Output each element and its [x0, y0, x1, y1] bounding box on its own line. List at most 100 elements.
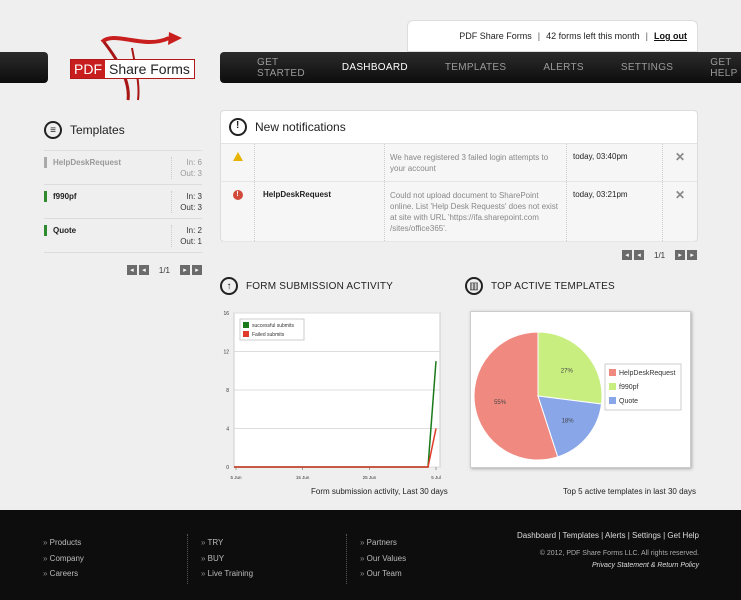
legend-label: HelpDeskRequest [619, 370, 675, 377]
logo-wordmark: PDF Share Forms [70, 59, 195, 79]
nav-get-started[interactable]: GET STARTED [257, 57, 305, 79]
footer-link[interactable]: BUY [201, 554, 253, 570]
footer-link[interactable]: Partners [360, 538, 406, 554]
x-tick-label: 25 Jun [363, 475, 377, 480]
next-page-icon[interactable]: ▸ [180, 265, 190, 275]
x-tick-label: 5 Jul [431, 475, 441, 480]
legend-label: Failed submits [252, 332, 285, 338]
slice-label: 55% [494, 400, 507, 406]
template-counts: In: 3 Out: 3 [171, 191, 202, 213]
policy-link[interactable]: Privacy Statement & Return Policy [517, 562, 699, 569]
dismiss-icon[interactable]: ✕ [663, 144, 697, 181]
legend-swatch [243, 331, 249, 337]
page-indicator: 1/1 [654, 250, 666, 260]
footer-col-2: TRY BUY Live Training [201, 538, 254, 585]
template-name[interactable]: Quote [44, 225, 76, 236]
top-templates-caption: Top 5 active templates in last 30 days [563, 487, 696, 496]
activity-chart: 0 4 8 12 16 5 Jun 15 Jun 25 Jun 5 Jul successful … [223, 311, 441, 480]
error-icon: ! [232, 190, 243, 200]
chart-legend: successful submits Failed submits [239, 318, 305, 341]
logo[interactable]: PDF Share Forms [44, 30, 224, 110]
arrow-up-icon: ↑ [220, 277, 238, 295]
footer-right: Dashboard | Templates | Alerts | Setting… [517, 531, 699, 569]
notification-template [255, 144, 385, 181]
nav-alerts[interactable]: ALERTS [543, 62, 584, 73]
forms-left: 42 forms left this month [546, 31, 640, 41]
legend-swatch [609, 369, 616, 376]
dismiss-icon[interactable]: ✕ [663, 182, 697, 241]
y-tick-label: 16 [223, 311, 229, 317]
activity-caption: Form submission activity, Last 30 days [311, 487, 448, 496]
nav-dashboard[interactable]: DASHBOARD [342, 62, 408, 73]
nav-templates[interactable]: TEMPLATES [445, 62, 506, 73]
legend-swatch [609, 397, 616, 404]
footer-col-3: Partners Our Values Our Team [360, 538, 406, 585]
template-counts: In: 2 Out: 1 [171, 225, 202, 247]
legend-label: Quote [619, 398, 638, 405]
page-indicator: 1/1 [158, 265, 170, 275]
last-page-icon[interactable]: ▸ [192, 265, 202, 275]
alert-icon [229, 118, 247, 136]
activity-title: FORM SUBMISSION ACTIVITY [246, 280, 394, 292]
sidebar-pager: ◂ ◂ 1/1 ▸ ▸ [44, 265, 202, 275]
y-tick-label: 4 [226, 427, 229, 433]
footer-link[interactable]: Our Team [360, 569, 406, 585]
legend-label: f990pf [619, 384, 639, 391]
bar-chart-icon: ▥ [465, 277, 483, 295]
footer-divider [346, 534, 347, 584]
footer-link[interactable]: TRY [201, 538, 253, 554]
last-page-icon[interactable]: ▸ [687, 250, 698, 260]
template-name[interactable]: HelpDeskRequest [44, 157, 121, 168]
nav-settings[interactable]: SETTINGS [621, 62, 673, 73]
footer-link[interactable]: Company [43, 554, 84, 570]
template-row[interactable]: HelpDeskRequest In: 6 Out: 3 [44, 151, 202, 185]
notifications-pager: ◂ ◂ 1/1 ▸ ▸ [622, 250, 698, 260]
footer-link[interactable]: Our Values [360, 554, 406, 570]
template-row[interactable]: Quote In: 2 Out: 1 [44, 219, 202, 253]
notification-template: HelpDeskRequest [255, 182, 385, 241]
prev-page-icon[interactable]: ◂ [634, 250, 644, 260]
logo-share-forms: Share Forms [109, 61, 190, 77]
notifications-header: New notifications [221, 111, 697, 144]
notification-message: Could not upload document to SharePoint … [385, 182, 567, 241]
account-bar: PDF Share Forms | 42 forms left this mon… [407, 20, 698, 52]
footer-link[interactable]: Careers [43, 569, 84, 585]
main-nav: GET STARTED DASHBOARD TEMPLATES ALERTS S… [220, 52, 741, 83]
out-count: Out: 3 [180, 169, 202, 178]
template-name[interactable]: f990pf [44, 191, 77, 202]
x-tick-label: 5 Jun [230, 475, 242, 480]
in-count: In: 6 [186, 158, 202, 167]
y-tick-label: 0 [226, 465, 229, 471]
notifications-title: New notifications [255, 120, 346, 134]
prev-page-icon[interactable]: ◂ [138, 265, 149, 275]
notification-time: today, 03:21pm [567, 182, 663, 241]
notification-row: ! HelpDeskRequest Could not upload docum… [221, 182, 697, 242]
legend-swatch [243, 322, 249, 328]
notification-message: We have registered 3 failed login attemp… [385, 144, 567, 181]
first-page-icon[interactable]: ◂ [622, 250, 632, 260]
separator: | [645, 31, 648, 41]
in-count: In: 2 [186, 226, 202, 235]
footer-divider [187, 534, 188, 584]
top-templates-chart-frame: 55% 27% 18% HelpDeskRequest f990pf Quote [470, 311, 691, 468]
top-templates-header: ▥ TOP ACTIVE TEMPLATES [465, 277, 615, 295]
activity-header: ↑ FORM SUBMISSION ACTIVITY [220, 277, 393, 295]
first-page-icon[interactable]: ◂ [126, 265, 137, 275]
legend-label: successful submits [252, 323, 294, 329]
footer-nav-links[interactable]: Dashboard | Templates | Alerts | Setting… [517, 531, 699, 540]
brand-name: PDF Share Forms [459, 31, 532, 41]
y-tick-label: 8 [226, 388, 229, 394]
copyright: © 2012, PDF Share Forms LLC. All rights … [539, 550, 699, 557]
legend-swatch [609, 383, 616, 390]
footer-link[interactable]: Live Training [201, 569, 253, 585]
logout-link[interactable]: Log out [654, 31, 687, 41]
notification-type: ! [221, 182, 255, 241]
top-templates-title: TOP ACTIVE TEMPLATES [491, 280, 615, 292]
next-page-icon[interactable]: ▸ [675, 250, 686, 260]
out-count: Out: 3 [180, 203, 202, 212]
top-templates-chart: 55% 27% 18% HelpDeskRequest f990pf Quote [473, 331, 682, 461]
footer-link[interactable]: Products [43, 538, 84, 554]
template-row[interactable]: f990pf In: 3 Out: 3 [44, 185, 202, 219]
layers-icon: ≡ [44, 121, 62, 139]
nav-get-help[interactable]: GET HELP [710, 57, 741, 79]
